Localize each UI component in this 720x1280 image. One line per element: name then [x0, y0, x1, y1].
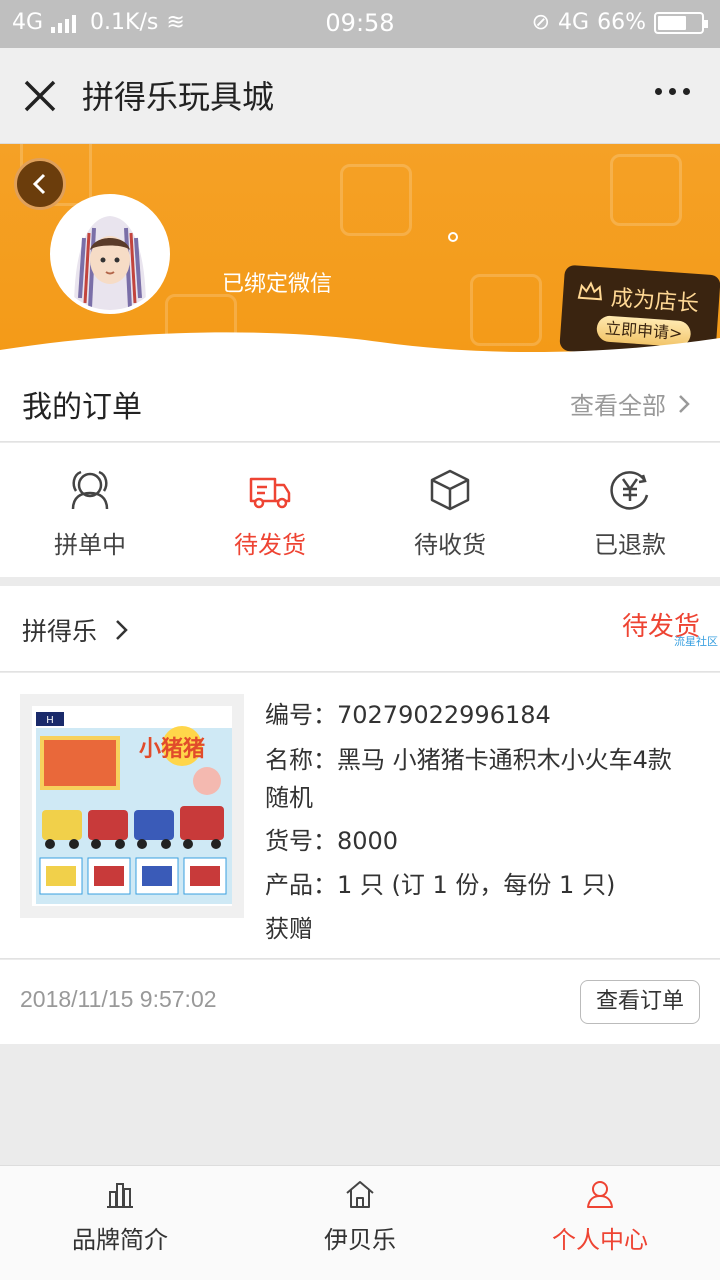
avatar-image: [54, 198, 166, 310]
carousel-indicator: [448, 232, 458, 242]
product-image: H 小猪猪: [32, 706, 232, 906]
tab-to-ship-label: 待发货: [234, 531, 306, 559]
status-bar: 4G 0.1K/s ≋ 09:58 ⊘ 4G 66%: [0, 0, 720, 48]
nav-profile-label: 个人中心: [552, 1226, 648, 1254]
my-orders-header: 我的订单 查看全部: [0, 358, 720, 442]
svg-text:H: H: [46, 715, 53, 726]
title-bar: 拼得乐玩具城: [0, 48, 720, 144]
watermark: 流星社区: [674, 635, 718, 648]
order-date: 2018/11/15 9:57:02: [20, 986, 217, 1012]
puzzle-pattern: [610, 154, 682, 226]
my-orders-title: 我的订单: [22, 390, 142, 425]
order-number: 编号：70279022996184: [265, 701, 551, 729]
home-icon: [346, 1181, 374, 1208]
view-order-button[interactable]: 查看订单: [580, 980, 700, 1024]
seller-name: 拼得乐: [22, 617, 98, 646]
nav-brand-intro-label: 品牌简介: [72, 1226, 168, 1254]
chevron-right-icon: [116, 620, 128, 640]
brand-icon: [107, 1183, 133, 1208]
tab-to-receive-label: 待收货: [414, 531, 486, 559]
yuan-icon: [610, 471, 649, 510]
profile-header: 已绑定微信 成为店长 立即申请>: [0, 144, 720, 364]
order-seller-row[interactable]: 拼得乐 待发货 流星社区: [0, 586, 720, 672]
nav-profile[interactable]: 个人中心: [480, 1166, 720, 1280]
avatar[interactable]: [50, 194, 170, 314]
puzzle-pattern: [340, 164, 412, 236]
close-button[interactable]: [20, 76, 60, 116]
view-all-label: 查看全部: [570, 392, 666, 420]
tab-refunded-label: 已退款: [594, 531, 666, 559]
order-item[interactable]: H 小猪猪 编号：70279022996184 名称：黑马 小猪猪卡通积木小火车…: [0, 673, 720, 959]
bottom-navigation: 品牌简介 伊贝乐 个人中心: [0, 1165, 720, 1280]
seller-link[interactable]: 拼得乐: [22, 612, 129, 648]
product-info: 编号：70279022996184 名称：黑马 小猪猪卡通积木小火车4款随机 货…: [265, 693, 695, 951]
box-icon: [430, 469, 470, 511]
product-quantity: 产品：1 只 (订 1 份，每份 1 只): [265, 871, 616, 899]
chevron-right-icon: [679, 394, 690, 413]
page-title: 拼得乐玩具城: [82, 78, 275, 116]
view-all-orders-link[interactable]: 查看全部: [570, 386, 690, 421]
truck-icon: [249, 477, 291, 509]
more-dots-icon: [655, 88, 662, 95]
tab-grouping-label: 拼单中: [54, 531, 126, 559]
battery-icon: [654, 11, 708, 34]
user-icon: [587, 1181, 613, 1208]
group-icon: [71, 470, 109, 510]
close-icon: [24, 80, 56, 112]
crown-icon: [577, 281, 602, 301]
tab-to-receive[interactable]: 待收货: [360, 443, 540, 577]
nav-brand-intro[interactable]: 品牌简介: [0, 1166, 240, 1280]
product-name: 名称：黑马 小猪猪卡通积木小火车4款随机: [265, 746, 672, 812]
tab-refunded[interactable]: 已退款: [540, 443, 720, 577]
nav-yibeile[interactable]: 伊贝乐: [240, 1166, 480, 1280]
tab-to-ship[interactable]: 待发货: [180, 443, 360, 577]
product-thumbnail[interactable]: H 小猪猪: [20, 694, 244, 918]
no-signal-icon: ⊘: [531, 10, 551, 35]
network-type-right: 4G: [558, 10, 590, 35]
back-button[interactable]: [14, 158, 66, 210]
battery-percent: 66%: [597, 10, 646, 35]
order-status-tabs: 拼单中 待发货 待收货 已退款: [0, 443, 720, 577]
chevron-left-icon: [32, 173, 46, 195]
product-name-art: 小猪猪: [139, 736, 205, 762]
gift-label: 获赠: [265, 915, 313, 943]
more-button[interactable]: [655, 88, 690, 95]
become-manager-label: 成为店长: [610, 285, 700, 318]
order-footer: 2018/11/15 9:57:02 查看订单: [0, 960, 720, 1044]
wechat-status: 已绑定微信: [222, 272, 333, 297]
product-sku: 货号：8000: [265, 827, 399, 855]
nav-yibeile-label: 伊贝乐: [324, 1226, 396, 1254]
tab-grouping[interactable]: 拼单中: [0, 443, 180, 577]
